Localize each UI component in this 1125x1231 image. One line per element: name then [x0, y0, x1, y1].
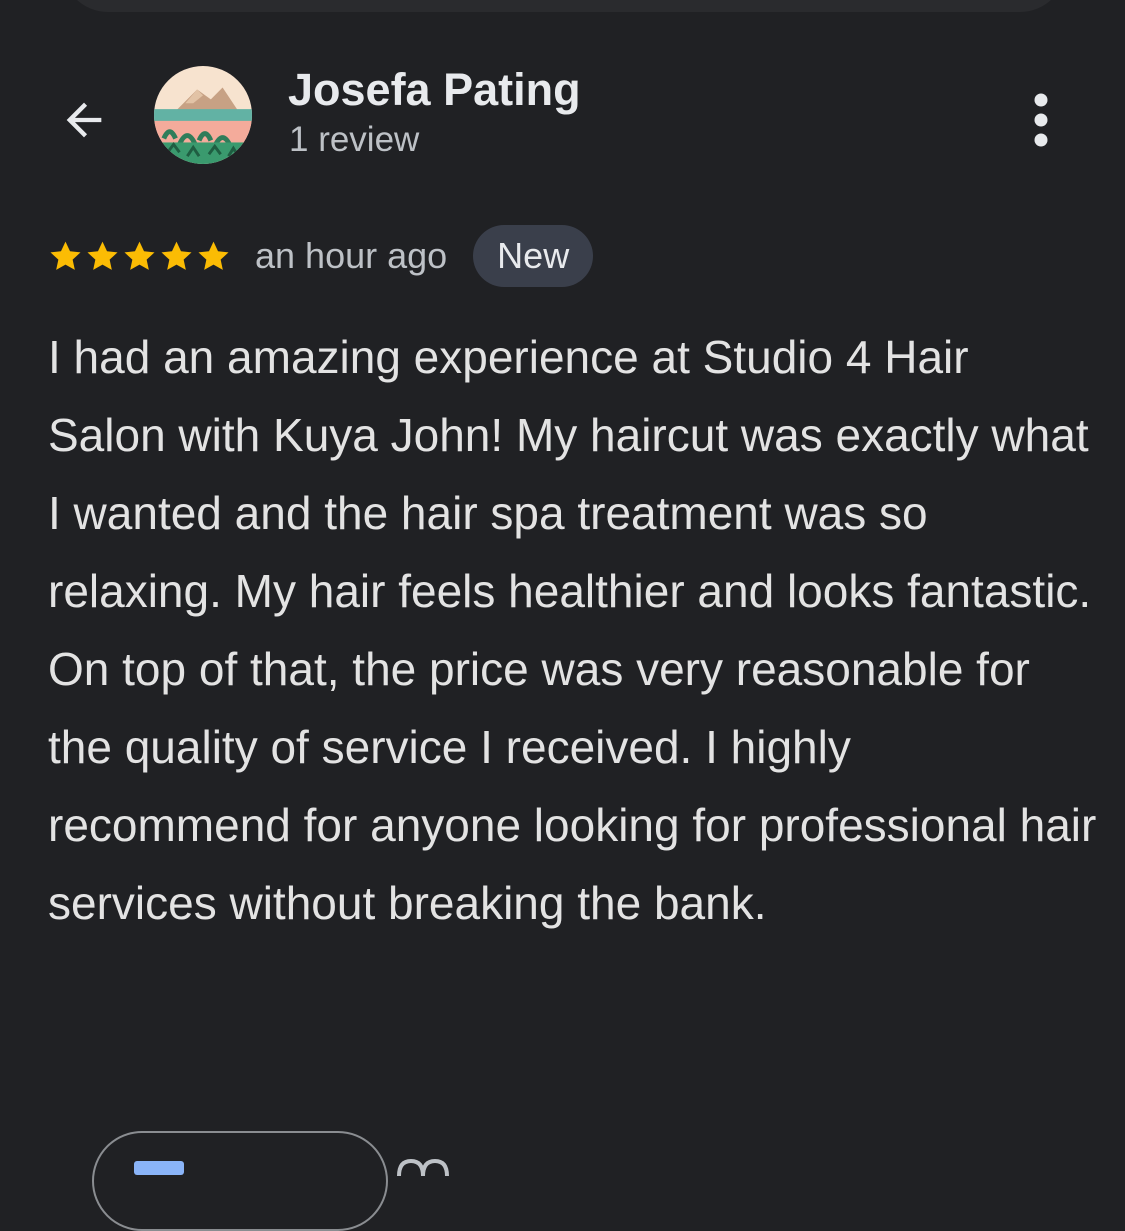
back-button[interactable] — [48, 86, 120, 158]
more-vert-icon — [1031, 92, 1051, 153]
review-meta-row: an hour ago New — [48, 224, 594, 288]
review-count[interactable]: 1 review — [289, 120, 419, 160]
new-badge: New — [473, 225, 594, 287]
share-icon[interactable] — [396, 1158, 450, 1178]
star-icon — [161, 241, 192, 270]
more-options-button[interactable] — [1010, 86, 1072, 158]
star-rating — [48, 239, 231, 274]
review-paragraph: On top of that, the price was very reaso… — [48, 643, 1097, 929]
star-icon — [50, 241, 81, 270]
like-button[interactable] — [92, 1131, 388, 1231]
author-name[interactable]: Josefa Pating — [288, 64, 581, 116]
top-sheet-edge — [62, 0, 1066, 12]
review-paragraph: I had an amazing experience at Studio 4 … — [48, 331, 1092, 617]
star-icon — [124, 241, 155, 270]
star-icon — [87, 241, 118, 270]
review-timestamp: an hour ago — [255, 235, 448, 276]
thumb-up-icon — [134, 1161, 184, 1175]
review-header: Josefa Pating 1 review — [0, 60, 1125, 170]
review-text: I had an amazing experience at Studio 4 … — [48, 318, 1098, 942]
avatar[interactable] — [154, 66, 252, 164]
arrow-left-icon — [58, 94, 110, 151]
star-icon — [198, 241, 229, 270]
